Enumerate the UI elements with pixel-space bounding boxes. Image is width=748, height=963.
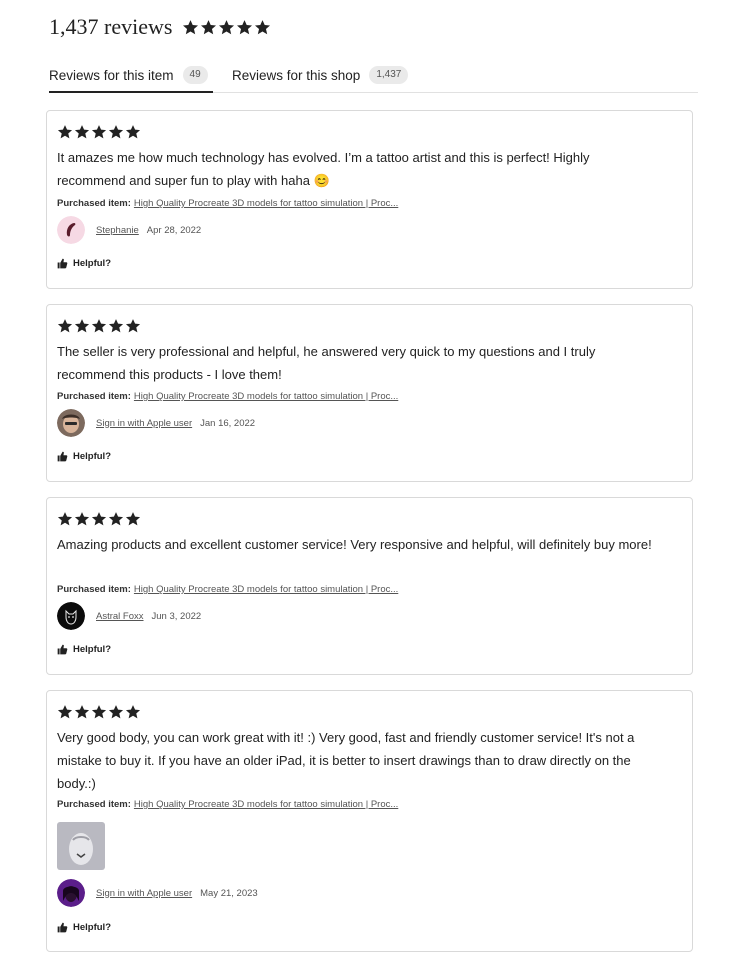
star-icon [201,19,217,34]
tab-label: Reviews for this shop [232,67,361,83]
reviewer-name[interactable]: Sign in with Apple user [96,418,192,429]
reviewer-info: Sign in with Apple user May 21, 2023 [57,879,258,907]
star-icon [74,705,90,719]
purchased-item-link[interactable]: High Quality Procreate 3D models for tat… [134,391,398,402]
star-icon [108,512,124,526]
helpful-label: Helpful? [73,922,111,933]
star-icon [74,125,90,139]
reviews-header: 1,437 reviews [49,12,271,42]
review-card: The seller is very professional and help… [46,304,693,482]
star-icon [125,705,141,719]
review-rating [57,511,141,527]
thumbs-up-icon [57,451,68,462]
review-card: Amazing products and excellent customer … [46,497,693,675]
review-card: Very good body, you can work great with … [46,690,693,952]
star-icon [57,125,73,139]
review-card: It amazes me how much technology has evo… [46,110,693,289]
review-date: Jun 3, 2022 [151,610,202,622]
star-icon [57,512,73,526]
star-icon [91,125,107,139]
tab-count-badge: 49 [182,66,208,84]
purchased-label: Purchased item: [57,799,131,810]
tab-label: Reviews for this item [49,67,174,83]
review-date: May 21, 2023 [200,887,258,899]
star-icon [108,319,124,333]
helpful-button[interactable]: Helpful? [57,258,111,269]
review-rating [57,318,141,334]
reviewer-name[interactable]: Stephanie [96,225,139,236]
helpful-button[interactable]: Helpful? [57,644,111,655]
star-icon [183,19,199,34]
review-photo[interactable] [57,822,105,870]
star-icon [108,705,124,719]
review-text: Very good body, you can work great with … [57,730,635,791]
avatar[interactable] [57,879,85,907]
reviewer-info: Astral Foxx Jun 3, 2022 [57,602,201,630]
purchased-label: Purchased item: [57,391,131,402]
purchased-label: Purchased item: [57,198,131,209]
tab-reviews-for-item[interactable]: Reviews for this item 49 [49,58,213,93]
star-icon [91,319,107,333]
avatar[interactable] [57,602,85,630]
star-icon [74,319,90,333]
thumbs-up-icon [57,258,68,269]
star-icon [108,125,124,139]
star-icon [219,19,235,34]
purchased-item-link[interactable]: High Quality Procreate 3D models for tat… [134,584,398,595]
purchased-item-link[interactable]: High Quality Procreate 3D models for tat… [134,198,398,209]
review-text: The seller is very professional and help… [57,344,596,382]
purchased-label: Purchased item: [57,584,131,595]
reviewer-info: Stephanie Apr 28, 2022 [57,216,201,244]
star-icon [57,319,73,333]
purchased-item: Purchased item: High Quality Procreate 3D… [57,391,398,402]
review-rating [57,124,141,140]
star-icon [255,19,271,34]
helpful-label: Helpful? [73,258,111,269]
purchased-item: Purchased item: High Quality Procreate 3D… [57,198,398,209]
star-icon [57,705,73,719]
reviewer-info: Sign in with Apple user Jan 16, 2022 [57,409,255,437]
helpful-button[interactable]: Helpful? [57,922,111,933]
helpful-button[interactable]: Helpful? [57,451,111,462]
overall-rating [182,19,271,36]
review-date: Jan 16, 2022 [200,417,256,429]
thumbs-up-icon [57,922,68,933]
helpful-label: Helpful? [73,451,111,462]
helpful-label: Helpful? [73,644,111,655]
reviewer-name[interactable]: Sign in with Apple user [96,888,192,899]
star-icon [91,512,107,526]
review-text: It amazes me how much technology has evo… [57,150,590,188]
avatar[interactable] [57,409,85,437]
star-icon [125,125,141,139]
review-tabs: Reviews for this item 49 Reviews for thi… [49,58,698,93]
star-icon [74,512,90,526]
purchased-item-link[interactable]: High Quality Procreate 3D models for tat… [134,799,398,810]
review-count-title: 1,437 reviews [49,14,173,39]
star-icon [125,319,141,333]
tab-count-badge: 1,437 [369,66,409,84]
thumbs-up-icon [57,644,68,655]
review-rating [57,704,141,720]
purchased-item: Purchased item: High Quality Procreate 3D… [57,799,398,810]
star-icon [125,512,141,526]
review-text: Amazing products and excellent customer … [57,537,652,552]
purchased-item: Purchased item: High Quality Procreate 3D… [57,584,398,595]
review-date: Apr 28, 2022 [146,224,202,236]
tab-reviews-for-shop[interactable]: Reviews for this shop 1,437 [232,58,409,92]
avatar[interactable] [57,216,85,244]
star-icon [91,705,107,719]
reviewer-name[interactable]: Astral Foxx [96,611,144,622]
star-icon [237,19,253,34]
